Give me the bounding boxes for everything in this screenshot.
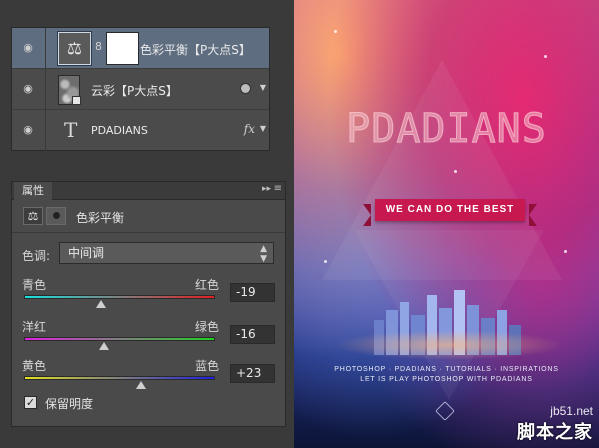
panel-menu-icon[interactable]: ≡	[274, 183, 282, 194]
text-layer-icon[interactable]: T	[64, 118, 77, 142]
watermark-url: jb51.net	[550, 404, 593, 418]
slider-right-label: 红色	[195, 278, 220, 292]
watermark: jb51.net 脚本之家	[517, 404, 593, 444]
slider-track[interactable]	[24, 337, 215, 341]
fx-icon[interactable]: fx	[244, 122, 255, 136]
star	[324, 260, 327, 263]
tone-label: 色调:	[22, 249, 51, 263]
layer-name[interactable]: PDADIANS	[91, 124, 148, 137]
layer-name[interactable]: 色彩平衡【P大点S】	[140, 41, 251, 58]
select-arrows-icon: ▲ ▼	[260, 244, 267, 264]
poster-tagline: PHOTOSHOP · PDADIANS · TUTORIALS · INSPI…	[334, 366, 559, 373]
layer-mask-thumbnail[interactable]	[106, 32, 139, 65]
divider	[45, 110, 46, 151]
slider-value-input[interactable]: -19	[230, 283, 275, 302]
visibility-eye-icon[interactable]: ◉	[20, 41, 36, 55]
poster-title: PDADIANS	[346, 106, 547, 153]
layer-row-text[interactable]: ◉ T PDADIANS fx ▼	[12, 110, 269, 151]
canvas-poster[interactable]: PDADIANS WE CAN DO THE BEST PHOTOSHOP · …	[294, 0, 599, 448]
smart-filter-icon[interactable]	[240, 83, 251, 94]
layer-name[interactable]: 云彩【P大点S】	[91, 82, 178, 99]
expand-arrow-icon[interactable]: ▼	[260, 124, 266, 133]
visibility-eye-icon[interactable]: ◉	[20, 82, 36, 96]
slider-right-label: 蓝色	[195, 359, 220, 373]
slider-value-input[interactable]: +23	[230, 364, 275, 383]
preserve-luminosity-checkbox[interactable]: ✓	[24, 396, 37, 409]
divider	[12, 232, 285, 233]
slider-thumb[interactable]	[136, 381, 147, 389]
slider-value-input[interactable]: -16	[230, 325, 275, 344]
visibility-eye-icon[interactable]: ◉	[20, 123, 36, 137]
layers-panel: ◉ ⚖ 8 色彩平衡【P大点S】 ◉ 云彩【P大点S】 ▼ ◉ T PDADIA…	[11, 27, 270, 151]
poster-tagline: LET IS PLAY PHOTOSHOP WITH PDADIANS	[360, 376, 533, 383]
balance-scale-icon[interactable]: ⚖	[58, 32, 91, 65]
slider-left-label: 青色	[22, 278, 47, 292]
preserve-luminosity-label: 保留明度	[45, 397, 94, 411]
poster-logo-icon	[435, 401, 455, 421]
tone-select[interactable]: 中间调 ▲ ▼	[59, 242, 274, 264]
slider-track[interactable]	[24, 295, 215, 299]
color-slider-group: 黄色 蓝色 +23	[22, 357, 276, 397]
star	[454, 170, 457, 173]
slider-left-label: 洋红	[22, 320, 47, 334]
color-slider-group: 青色 红色 -19	[22, 276, 276, 316]
layer-row-color-balance[interactable]: ◉ ⚖ 8 色彩平衡【P大点S】	[12, 28, 269, 69]
star	[564, 250, 567, 253]
tab-properties[interactable]: 属性	[14, 182, 52, 200]
adjustment-title: 色彩平衡	[76, 211, 125, 225]
divider	[45, 69, 46, 110]
star	[544, 55, 547, 58]
color-slider-group: 洋红 绿色 -16	[22, 318, 276, 358]
balance-scale-icon[interactable]: ⚖	[23, 207, 43, 225]
smart-object-badge-icon	[72, 96, 81, 105]
slider-left-label: 黄色	[22, 359, 47, 373]
slider-thumb[interactable]	[99, 342, 110, 350]
expand-arrow-icon[interactable]: ▼	[260, 83, 266, 92]
slider-right-label: 绿色	[195, 320, 220, 334]
divider	[45, 28, 46, 69]
layer-row-clouds[interactable]: ◉ 云彩【P大点S】 ▼	[12, 69, 269, 110]
collapse-icon[interactable]: ▸▸	[262, 184, 271, 194]
mask-icon[interactable]	[46, 207, 66, 225]
watermark-name: 脚本之家	[517, 422, 593, 442]
star	[334, 30, 337, 33]
link-chain-icon[interactable]: 8	[95, 40, 103, 56]
properties-panel: 属性 ▸▸ ≡ ⚖ 色彩平衡 色调: 中间调 ▲ ▼ 青色 红色 -19 洋红 绿色 -16…	[11, 181, 286, 427]
slider-thumb[interactable]	[96, 300, 107, 308]
panel-header: 属性 ▸▸ ≡	[12, 182, 285, 200]
poster-ribbon: WE CAN DO THE BEST	[363, 199, 537, 226]
light-trails	[334, 330, 564, 360]
tone-select-value: 中间调	[68, 246, 105, 260]
slider-track[interactable]	[24, 376, 215, 380]
